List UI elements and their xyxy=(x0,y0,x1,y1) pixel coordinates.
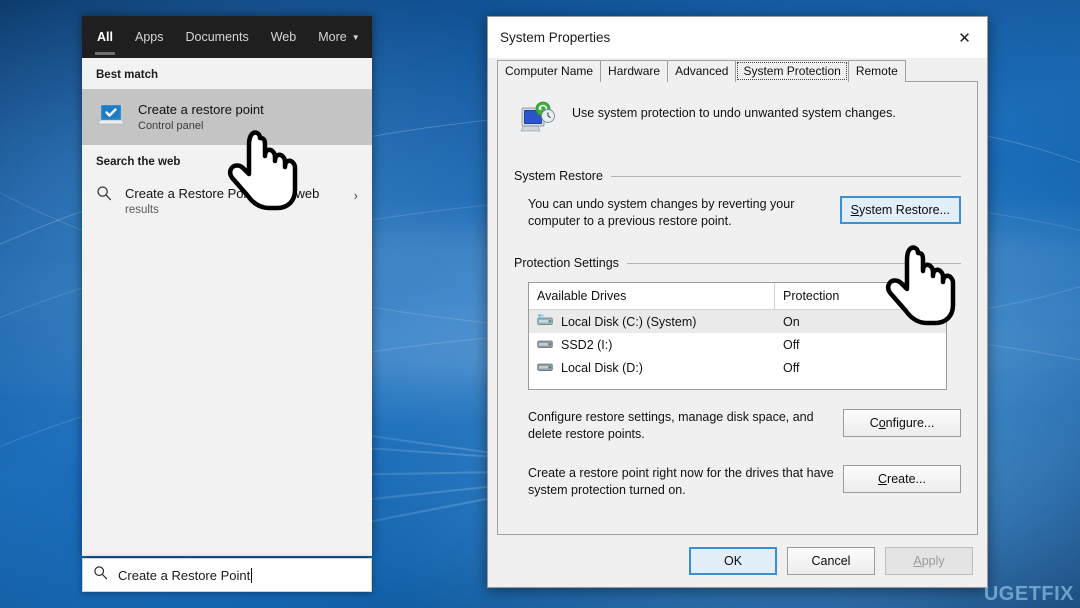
system-protection-icon xyxy=(518,100,558,143)
tab-system-protection-label: System Protection xyxy=(743,64,841,78)
system-protection-panel: Use system protection to undo unwanted s… xyxy=(497,82,978,535)
drive-icon xyxy=(537,360,553,375)
create-button-label: reate... xyxy=(887,472,926,486)
search-icon xyxy=(93,565,108,585)
best-match-result[interactable]: Create a restore point Control panel xyxy=(82,89,372,145)
protection-settings-group-label: Protection Settings xyxy=(514,256,619,270)
configure-description: Configure restore settings, manage disk … xyxy=(528,410,814,441)
system-restore-group-label: System Restore xyxy=(514,169,603,183)
screen: All Apps Documents Web More ▼ Best match xyxy=(0,0,1080,608)
drive-protection: Off xyxy=(783,360,800,375)
configure-button-label: nfigure... xyxy=(885,416,935,430)
search-filter-tabs: All Apps Documents Web More ▼ xyxy=(82,16,372,58)
tab-computer-name[interactable]: Computer Name xyxy=(497,60,602,82)
search-icon xyxy=(96,185,112,206)
group-divider xyxy=(610,175,961,177)
web-search-subtitle: results xyxy=(125,204,159,216)
system-restore-button[interactable]: System Restore... xyxy=(839,196,961,224)
search-tab-more-label: More xyxy=(318,29,347,44)
search-tab-all-label: All xyxy=(97,29,113,44)
table-row[interactable]: SSD2 (I:) Off xyxy=(529,333,946,356)
system-restore-group-header: System Restore xyxy=(514,169,961,183)
drive-name: SSD2 (I:) xyxy=(561,337,613,352)
column-header-protection[interactable]: Protection xyxy=(775,283,946,309)
create-row: Create a restore point right now for the… xyxy=(514,465,961,499)
restore-point-icon xyxy=(96,102,126,133)
create-button[interactable]: Create... xyxy=(843,465,961,493)
taskbar-search-box[interactable]: Create a Restore Point xyxy=(82,558,372,592)
search-input[interactable]: Create a Restore Point xyxy=(118,568,250,583)
drive-cell: SSD2 (I:) xyxy=(529,337,775,352)
best-match-header: Best match xyxy=(96,69,158,81)
search-tab-documents[interactable]: Documents xyxy=(174,19,259,56)
drive-cell: Local Disk (C:) (System) xyxy=(529,314,775,329)
protection-settings-group-header: Protection Settings xyxy=(514,256,961,270)
system-restore-description: You can undo system changes by reverting… xyxy=(528,197,795,228)
best-match-text: Create a restore point Control panel xyxy=(138,101,264,134)
column-header-available-drives[interactable]: Available Drives xyxy=(529,283,775,309)
tab-hardware[interactable]: Hardware xyxy=(600,60,669,82)
tab-advanced-label: Advanced xyxy=(675,64,729,78)
web-search-result[interactable]: Create a Restore Point - See web results… xyxy=(82,176,372,227)
system-properties-dialog: System Properties ✕ Computer Name Hardwa… xyxy=(487,16,988,588)
configure-button[interactable]: Configure... xyxy=(843,409,961,437)
tab-system-protection[interactable]: System Protection xyxy=(735,60,849,83)
web-search-text: Create a Restore Point - See web results xyxy=(125,185,319,218)
drive-name: Local Disk (C:) (System) xyxy=(561,314,697,329)
search-tab-all[interactable]: All xyxy=(86,19,124,56)
drives-table-header: Available Drives Protection xyxy=(529,283,946,310)
dialog-footer: OK Cancel Apply xyxy=(488,535,987,587)
drive-name: Local Disk (D:) xyxy=(561,360,643,375)
ok-button[interactable]: OK xyxy=(689,547,777,575)
search-tab-more[interactable]: More ▼ xyxy=(307,19,370,56)
system-drive-icon xyxy=(537,314,553,329)
watermark: UGETFIX xyxy=(983,583,1074,605)
tab-computer-name-label: Computer Name xyxy=(505,64,594,78)
chevron-down-icon: ▼ xyxy=(351,32,360,42)
best-match-title: Create a restore point xyxy=(138,101,264,117)
system-restore-button-label: ystem Restore... xyxy=(859,203,950,217)
tab-remote[interactable]: Remote xyxy=(847,60,906,82)
system-restore-row: You can undo system changes by reverting… xyxy=(514,196,961,230)
configure-row: Configure restore settings, manage disk … xyxy=(514,409,961,443)
drive-protection: Off xyxy=(783,337,800,352)
search-tab-apps[interactable]: Apps xyxy=(124,19,175,56)
start-search-panel: All Apps Documents Web More ▼ Best match xyxy=(82,16,372,556)
tab-advanced[interactable]: Advanced xyxy=(667,60,737,82)
intro-text: Use system protection to undo unwanted s… xyxy=(572,106,896,120)
search-tab-web[interactable]: Web xyxy=(260,19,307,56)
text-caret xyxy=(251,567,253,583)
group-divider xyxy=(626,262,961,264)
close-icon[interactable]: ✕ xyxy=(942,17,987,58)
available-drives-table[interactable]: Available Drives Protection Local Disk (… xyxy=(528,282,947,390)
cancel-button[interactable]: Cancel xyxy=(787,547,875,575)
table-row[interactable]: Local Disk (C:) (System) On xyxy=(529,310,946,333)
tab-hardware-label: Hardware xyxy=(608,64,661,78)
chevron-right-icon[interactable]: › xyxy=(354,188,358,203)
apply-button-label: pply xyxy=(921,554,945,568)
search-tab-web-label: Web xyxy=(270,29,297,44)
dialog-title: System Properties xyxy=(500,30,611,45)
create-description: Create a restore point right now for the… xyxy=(528,466,834,497)
apply-button: Apply xyxy=(885,547,973,575)
best-match-subtitle: Control panel xyxy=(138,119,204,132)
drive-icon xyxy=(537,337,553,352)
search-results-empty-area xyxy=(82,227,372,556)
drive-protection: On xyxy=(783,314,800,329)
search-tab-documents-label: Documents xyxy=(185,29,249,44)
tab-remote-label: Remote xyxy=(855,64,898,78)
search-web-header: Search the web xyxy=(96,156,181,168)
search-tab-apps-label: Apps xyxy=(134,29,164,44)
web-search-title: Create a Restore Point - See web xyxy=(125,186,320,201)
dialog-tabstrip: Computer Name Hardware Advanced System P… xyxy=(488,58,987,83)
drive-cell: Local Disk (D:) xyxy=(529,360,775,375)
intro-block: Use system protection to undo unwanted s… xyxy=(518,100,961,143)
dialog-titlebar: System Properties ✕ xyxy=(488,17,987,58)
table-row[interactable]: Local Disk (D:) Off xyxy=(529,356,946,379)
